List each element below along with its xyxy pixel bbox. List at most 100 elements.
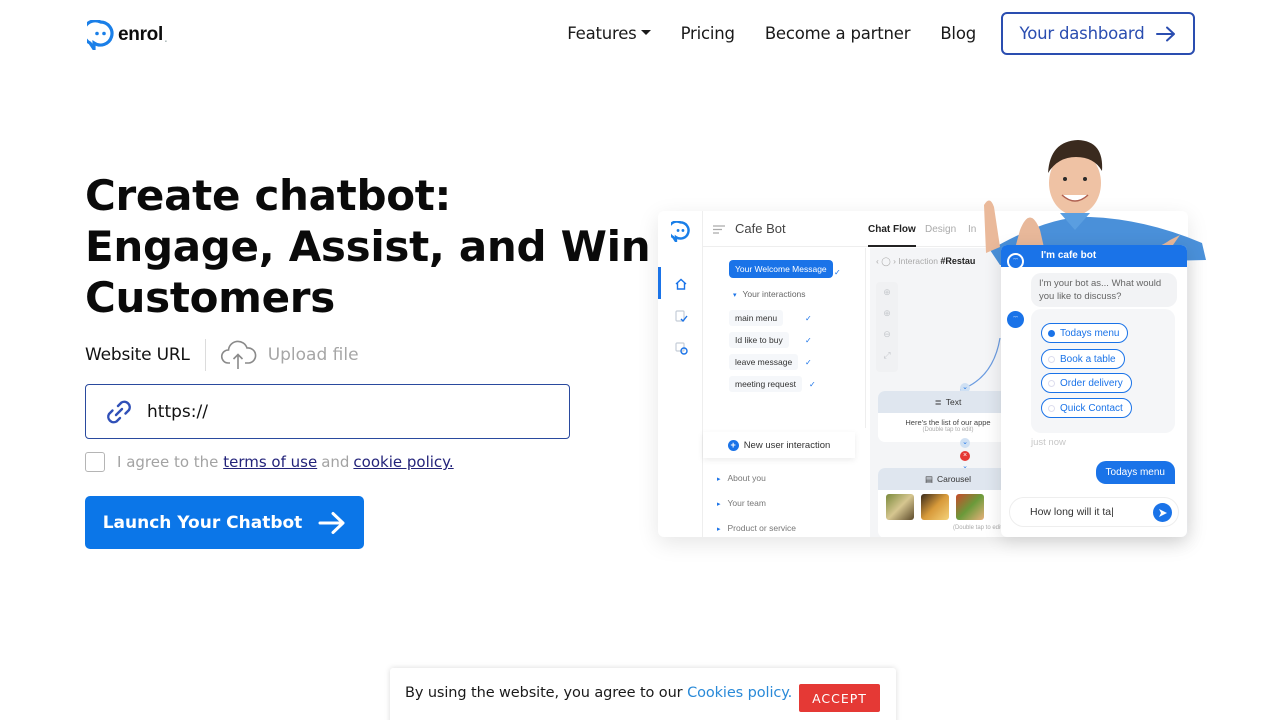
- chat-input-value: How long will it ta: [1030, 506, 1112, 518]
- option-label: Quick Contact: [1060, 402, 1123, 414]
- terms-of-use-link[interactable]: terms of use: [223, 453, 317, 471]
- brand-logo[interactable]: enrol .: [87, 20, 168, 50]
- terms-agreement: I agree to the terms of use and cookie pol…: [85, 452, 454, 472]
- flow-card-text[interactable]: ≣ Text Here's the list of our appe (Doubl…: [878, 391, 1018, 442]
- your-interactions-header[interactable]: Your interactions: [733, 289, 806, 299]
- hero-title-line: Engage, Assist, and Win: [85, 222, 651, 271]
- chat-message-input[interactable]: How long will it ta |: [1009, 497, 1179, 527]
- agree-and: and: [321, 453, 350, 471]
- option-label: Todays menu: [1060, 327, 1120, 339]
- quick-reply-option[interactable]: Book a table: [1041, 349, 1125, 369]
- interaction-item[interactable]: main menu: [729, 310, 784, 326]
- food-image: [920, 494, 949, 520]
- new-interaction-label: New user interaction: [743, 439, 831, 451]
- brand-dot: .: [163, 31, 168, 45]
- section-item[interactable]: Product or service: [717, 523, 797, 533]
- welcome-message-item[interactable]: Your Welcome Message: [729, 260, 833, 278]
- section-item[interactable]: Your team: [717, 498, 766, 508]
- cloud-upload-icon: [220, 340, 257, 369]
- tab-design[interactable]: Design: [925, 224, 956, 235]
- check-icon: ✓: [805, 358, 812, 367]
- interaction-item[interactable]: Id like to buy: [729, 332, 789, 348]
- check-icon: ✓: [834, 268, 841, 277]
- brand-name: enrol: [118, 24, 163, 45]
- carousel-images: [878, 490, 1018, 525]
- new-interaction-button[interactable]: + New user interaction: [703, 432, 855, 458]
- agree-text: I agree to the: [117, 453, 219, 471]
- tab-integrations[interactable]: In: [968, 224, 976, 235]
- menu-icon: [713, 225, 725, 234]
- launch-button-label: Launch Your Chatbot: [102, 512, 303, 533]
- crumb-label: Interaction: [898, 256, 938, 266]
- active-indicator: [658, 267, 661, 299]
- crumb-nav-icon: ‹ ◯ ›: [876, 256, 899, 266]
- zoom-out-icon[interactable]: ⊖: [876, 324, 898, 345]
- mockup-header: Cafe Bot Chat Flow Design In: [703, 211, 1188, 247]
- flow-card-type: Carousel: [937, 474, 972, 484]
- check-icon: ✓: [805, 314, 812, 323]
- quick-reply-option[interactable]: Todays menu: [1041, 323, 1129, 343]
- food-image: [956, 494, 985, 520]
- interaction-item[interactable]: meeting request: [729, 376, 802, 392]
- bot-greeting-bubble: I'm your bot as... What would you like t…: [1031, 273, 1177, 307]
- arrow-right-icon: [318, 511, 345, 534]
- nav-features[interactable]: Features: [567, 24, 651, 43]
- check-icon: ✓: [809, 380, 816, 389]
- nav-links: Features Pricing Become a partner Blog Y…: [567, 12, 1195, 55]
- launch-chatbot-button[interactable]: Launch Your Chatbot: [85, 496, 364, 549]
- bot-avatar-icon: ᵔᵔ: [1007, 311, 1024, 328]
- agree-checkbox[interactable]: [85, 452, 105, 472]
- quick-reply-option[interactable]: Order delivery: [1041, 373, 1132, 393]
- nav-pricing[interactable]: Pricing: [681, 24, 735, 43]
- section-item[interactable]: About you: [717, 473, 766, 483]
- arrow-right-icon: [1156, 26, 1176, 41]
- flow-card-hint: (Double tap to edit): [952, 525, 1004, 531]
- interactions-panel: Your Welcome Message ✓ Your interactions…: [703, 248, 868, 537]
- cookie-consent-bar: By using the website, you agree to our C…: [390, 668, 896, 720]
- flow-card-carousel[interactable]: ▤ Carousel (Double tap to edit): [878, 468, 1018, 537]
- nav-become-partner[interactable]: Become a partner: [765, 24, 911, 43]
- message-timestamp: just now: [1031, 437, 1066, 448]
- option-label: Order delivery: [1060, 377, 1123, 389]
- radio-icon: [1048, 379, 1055, 387]
- bot-avatar-icon: ᵔᵔ: [1007, 253, 1024, 270]
- flow-card-hint: (Double tap to edit): [922, 427, 974, 433]
- zoom-in-icon[interactable]: ⊕: [876, 303, 898, 324]
- quick-replies: Todays menu Book a table Order delivery …: [1031, 309, 1175, 433]
- user-message-bubble: Todays menu: [1095, 461, 1175, 484]
- flow-card-body: Here's the list of our appe: [905, 418, 991, 427]
- interaction-item[interactable]: leave message: [729, 354, 799, 370]
- flow-card-header: ≣ Text: [878, 391, 1018, 413]
- food-image: [885, 494, 914, 520]
- zoom-toolbar: ⊕ ⊕ ⊖ ⤢: [876, 282, 898, 372]
- text-cursor: |: [1111, 506, 1114, 518]
- cookie-policy-link[interactable]: cookie policy.: [353, 453, 453, 471]
- fullscreen-icon[interactable]: ⤢: [876, 345, 898, 366]
- chat-bubble-logo-icon: [671, 221, 690, 242]
- dashboard-button[interactable]: Your dashboard: [1001, 12, 1195, 55]
- accept-cookies-button[interactable]: ACCEPT: [799, 684, 880, 712]
- send-button[interactable]: [1153, 503, 1172, 522]
- send-icon: [1158, 508, 1167, 517]
- cookie-message: By using the website, you agree to our C…: [405, 685, 792, 701]
- source-mode-switch: Website URL Upload file: [85, 339, 359, 371]
- website-url-input[interactable]: [147, 401, 547, 422]
- top-nav: enrol . Features Pricing Become a partne…: [0, 0, 1280, 68]
- upload-file-label: Upload file: [267, 345, 359, 365]
- text-block-icon: ≣: [934, 396, 942, 407]
- option-label: Book a table: [1060, 353, 1116, 365]
- flow-card-header: ▤ Carousel: [878, 468, 1018, 490]
- cookies-policy-link[interactable]: Cookies policy.: [687, 685, 792, 701]
- nav-blog[interactable]: Blog: [940, 24, 976, 43]
- flow-card-type: Text: [945, 397, 962, 407]
- tab-chat-flow[interactable]: Chat Flow: [868, 224, 916, 247]
- website-url-tab[interactable]: Website URL: [85, 345, 190, 365]
- cookie-text: By using the website, you agree to our: [405, 685, 683, 701]
- website-url-field[interactable]: [85, 384, 570, 439]
- link-icon: [107, 400, 131, 423]
- quick-reply-option[interactable]: Quick Contact: [1041, 398, 1132, 418]
- zoom-fit-icon[interactable]: ⊕: [876, 282, 898, 303]
- delete-connector-icon[interactable]: ×: [960, 451, 970, 461]
- upload-file-tab[interactable]: Upload file: [220, 339, 359, 371]
- hero-title-line: Customers: [85, 273, 335, 322]
